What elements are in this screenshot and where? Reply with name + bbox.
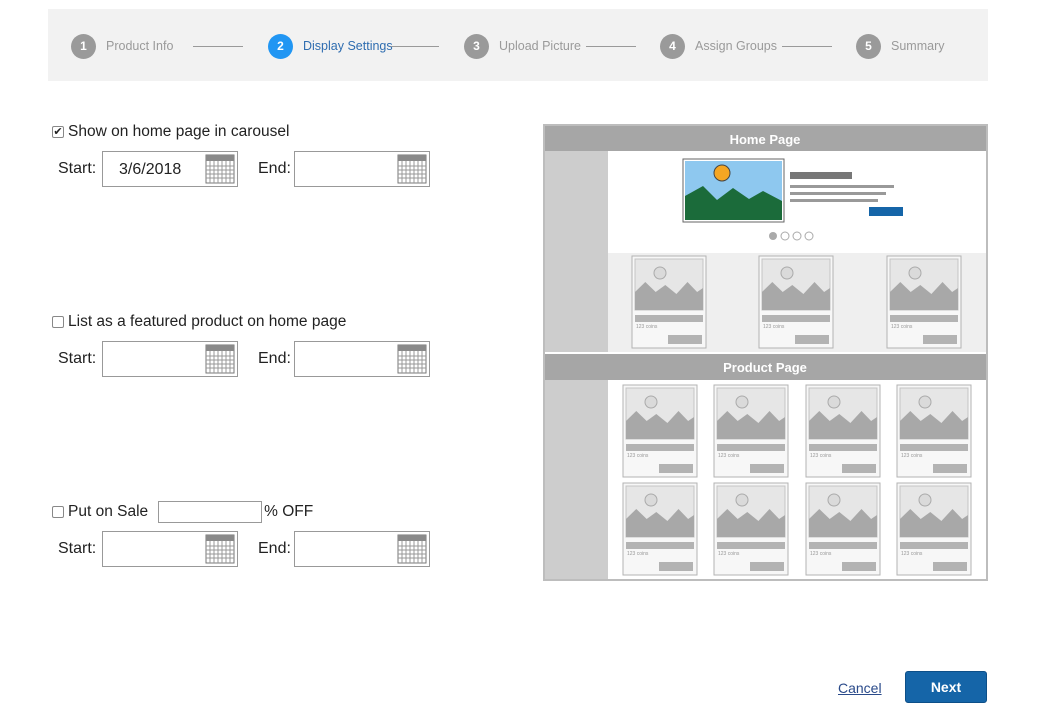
step-label: Summary [891,39,945,53]
featured-date-row: Start: End: [58,341,430,377]
step-number: 5 [856,33,881,59]
carousel-dots [769,231,814,241]
percent-off-label: % OFF [264,503,314,520]
home-page-title: Home Page [730,132,801,147]
sale-start-date-input[interactable] [102,531,238,567]
product-card-thumbnail: 123 coins [631,255,707,349]
step-label: Assign Groups [695,39,777,53]
calendar-icon[interactable] [397,344,427,374]
product-card-thumbnail: 123 coins [758,255,834,349]
svg-text:123 coins: 123 coins [718,551,740,557]
featured-end-date-input[interactable] [294,341,430,377]
carousel-date-row: Start: 3/6/2018 End: [58,151,430,187]
step-number: 3 [464,33,489,59]
featured-section: List as a featured product on home page … [52,312,430,377]
calendar-icon[interactable] [205,154,235,184]
product-card-thumbnail: 123 coins [805,482,881,576]
step-connector [586,46,636,47]
step-number: 1 [71,33,96,59]
product-card-thumbnail: 123 coins [622,482,698,576]
carousel-start-date-input[interactable]: 3/6/2018 [102,151,238,187]
next-button[interactable]: Next [905,671,987,703]
featured-checkbox-row: List as a featured product on home page [52,312,346,332]
start-label: Start: [58,540,97,557]
sale-checkbox-row: Put on Sale % OFF [52,501,313,523]
step-label: Upload Picture [499,39,581,53]
step-display-settings[interactable]: 2 Display Settings [268,33,393,59]
step-connector [391,46,439,47]
sale-checkbox-label: Put on Sale [68,503,149,520]
svg-text:123 coins: 123 coins [810,453,832,459]
start-date-value: 3/6/2018 [119,161,182,178]
carousel-checkbox-label: Show on home page in carousel [68,123,290,140]
carousel-checkbox-row: ✔ Show on home page in carousel [52,122,289,142]
sale-section: Put on Sale % OFF Start: End: [52,501,430,567]
layout-preview-illustration: Home Page 123 coins 123 coins 123 coins [545,126,986,579]
start-label: Start: [58,350,97,367]
product-page-title: Product Page [723,360,807,375]
product-card-thumbnail: 123 coins [713,384,789,478]
end-label: End: [258,540,291,557]
sale-checkbox[interactable] [52,506,64,518]
svg-text:123 coins: 123 coins [891,324,913,330]
calendar-icon[interactable] [205,534,235,564]
product-card-thumbnail: 123 coins [896,384,972,478]
featured-checkbox-label: List as a featured product on home page [68,313,347,330]
banner-button [869,207,903,216]
svg-text:123 coins: 123 coins [901,453,923,459]
svg-text:123 coins: 123 coins [627,551,649,557]
calendar-icon[interactable] [397,534,427,564]
end-label: End: [258,350,291,367]
calendar-icon[interactable] [205,344,235,374]
step-upload-picture[interactable]: 3 Upload Picture [464,33,581,59]
step-assign-groups[interactable]: 4 Assign Groups [660,33,777,59]
carousel-end-date-input[interactable] [294,151,430,187]
product-sidebar [545,380,608,579]
start-label: Start: [58,160,97,177]
step-number: 4 [660,33,685,59]
product-card-thumbnail: 123 coins [896,482,972,576]
svg-text:123 coins: 123 coins [718,453,740,459]
wizard-stepper: 1 Product Info 2 Display Settings 3 Uplo… [48,9,988,81]
svg-text:123 coins: 123 coins [627,453,649,459]
layout-preview: Home Page 123 coins 123 coins 123 coins [543,124,988,581]
step-product-info[interactable]: 1 Product Info [71,33,173,59]
svg-text:123 coins: 123 coins [810,551,832,557]
step-connector [782,46,832,47]
end-label: End: [258,160,291,177]
product-card-thumbnail: 123 coins [622,384,698,478]
svg-text:123 coins: 123 coins [763,324,785,330]
home-sidebar [545,151,608,352]
sale-percent-input[interactable] [158,501,263,523]
product-card-thumbnail: 123 coins [805,384,881,478]
step-connector [193,46,243,47]
carousel-checkbox[interactable]: ✔ [52,126,64,138]
sale-date-row: Start: End: [58,531,430,567]
sale-end-date-input[interactable] [294,531,430,567]
svg-text:123 coins: 123 coins [901,551,923,557]
step-summary[interactable]: 5 Summary [856,33,944,59]
carousel-banner [682,158,903,223]
featured-start-date-input[interactable] [102,341,238,377]
svg-text:123 coins: 123 coins [636,324,658,330]
featured-checkbox[interactable] [52,316,64,328]
calendar-icon[interactable] [397,154,427,184]
step-label: Product Info [106,39,174,53]
cancel-link[interactable]: Cancel [838,680,882,696]
step-number: 2 [268,33,293,59]
product-card-thumbnail: 123 coins [713,482,789,576]
step-label: Display Settings [303,39,393,53]
carousel-section: ✔ Show on home page in carousel Start: 3… [52,122,430,187]
product-card-thumbnail: 123 coins [886,255,962,349]
